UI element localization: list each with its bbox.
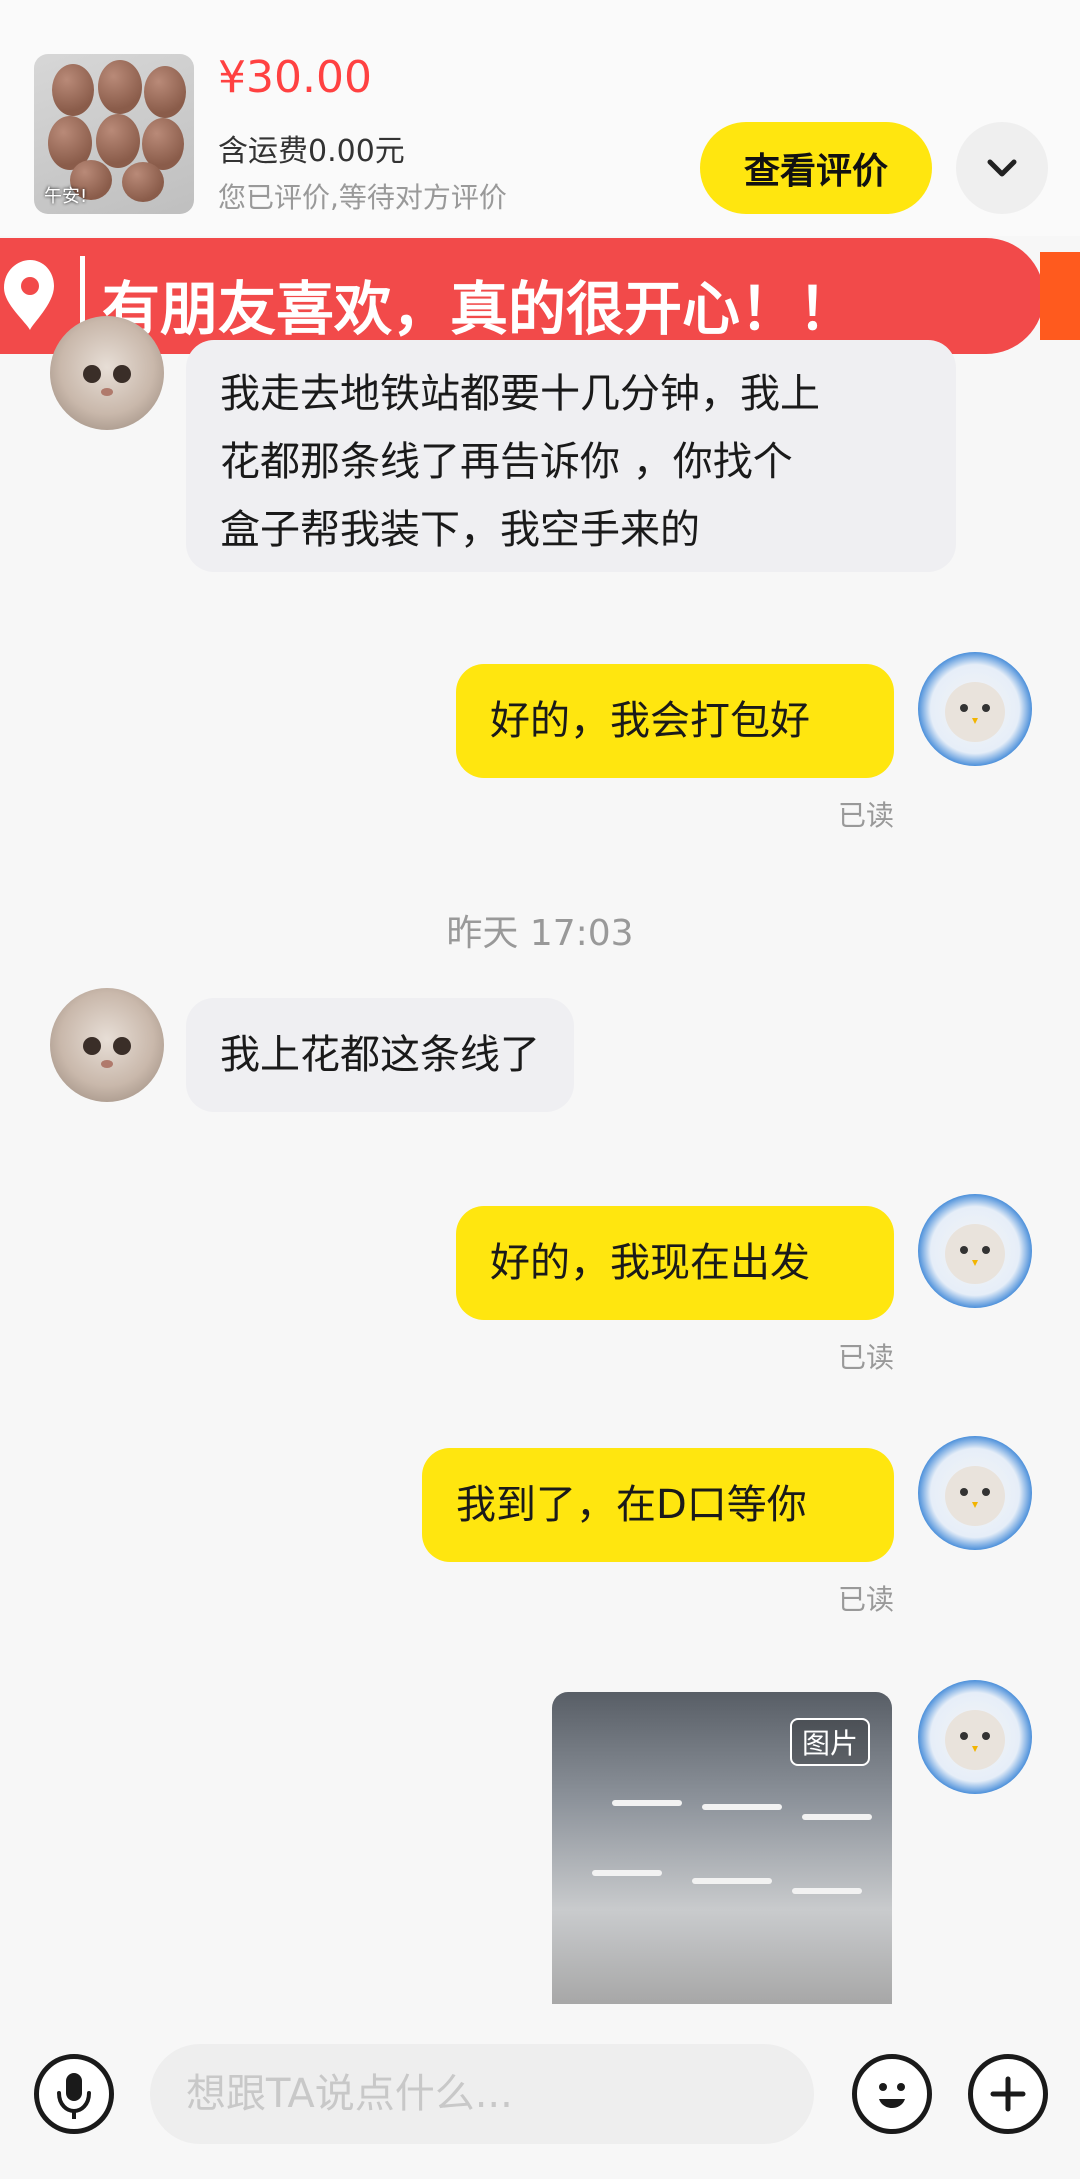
product-price: ¥30.00 [218,52,372,103]
my-avatar[interactable] [918,1436,1032,1550]
message-line: 盒子帮我装下，我空手来的 [220,507,700,553]
chevron-down-icon [987,159,1017,177]
banner-text: 有朋友喜欢，真的很开心！！ [102,275,857,343]
smiley-icon [879,2083,905,2108]
cat-icon [83,1037,131,1068]
my-avatar[interactable] [918,1194,1032,1308]
product-thumbnail[interactable]: 午安! [34,54,194,214]
voice-button[interactable] [34,2054,114,2134]
message-bubble-outgoing[interactable]: 我到了，在D口等你 [422,1448,894,1562]
avatar[interactable] [50,316,164,430]
cat-icon [945,1224,1005,1284]
read-receipt: 已读 [837,799,894,832]
more-button[interactable] [968,2054,1048,2134]
my-avatar[interactable] [918,1680,1032,1794]
banner-tail [1040,252,1080,340]
plus-icon [990,2076,1026,2112]
message-bubble-incoming[interactable]: 我走去地铁站都要十几分钟，我上 花都那条线了再告诉你 ，你找个 盒子帮我装下，我… [186,340,956,572]
cat-icon [945,682,1005,742]
product-header: 午安! ¥30.00 含运费0.00元 您已评价,等待对方评价 查看评价 [0,0,1080,236]
message-bubble-outgoing[interactable]: 好的，我现在出发 [456,1206,894,1320]
expand-button[interactable] [956,122,1048,214]
message-line: 我走去地铁站都要十几分钟，我上 [220,371,820,417]
timestamp: 昨天 17:03 [446,913,634,954]
view-review-button[interactable]: 查看评价 [700,122,932,214]
image-message[interactable]: 图片 [552,1692,892,2004]
microphone-icon [57,2073,91,2119]
image-tag: 图片 [789,1718,870,1766]
shipping-info: 含运费0.00元 [218,134,405,169]
message-line: 花都那条线了再告诉你 ，你找个 [220,439,793,485]
cat-icon [945,1466,1005,1526]
my-avatar[interactable] [918,652,1032,766]
emoji-button[interactable] [852,2054,932,2134]
cat-icon [83,365,131,396]
review-status: 您已评价,等待对方评价 [218,181,507,214]
cat-icon [945,1710,1005,1770]
avatar[interactable] [50,988,164,1102]
message-input[interactable] [150,2044,814,2144]
map-pin-icon [4,260,54,330]
message-bubble-outgoing[interactable]: 好的，我会打包好 [456,664,894,778]
read-receipt: 已读 [837,1341,894,1374]
message-bubble-incoming[interactable]: 我上花都这条线了 [186,998,574,1112]
thumbnail-caption: 午安! [44,186,88,207]
read-receipt: 已读 [837,1583,894,1616]
